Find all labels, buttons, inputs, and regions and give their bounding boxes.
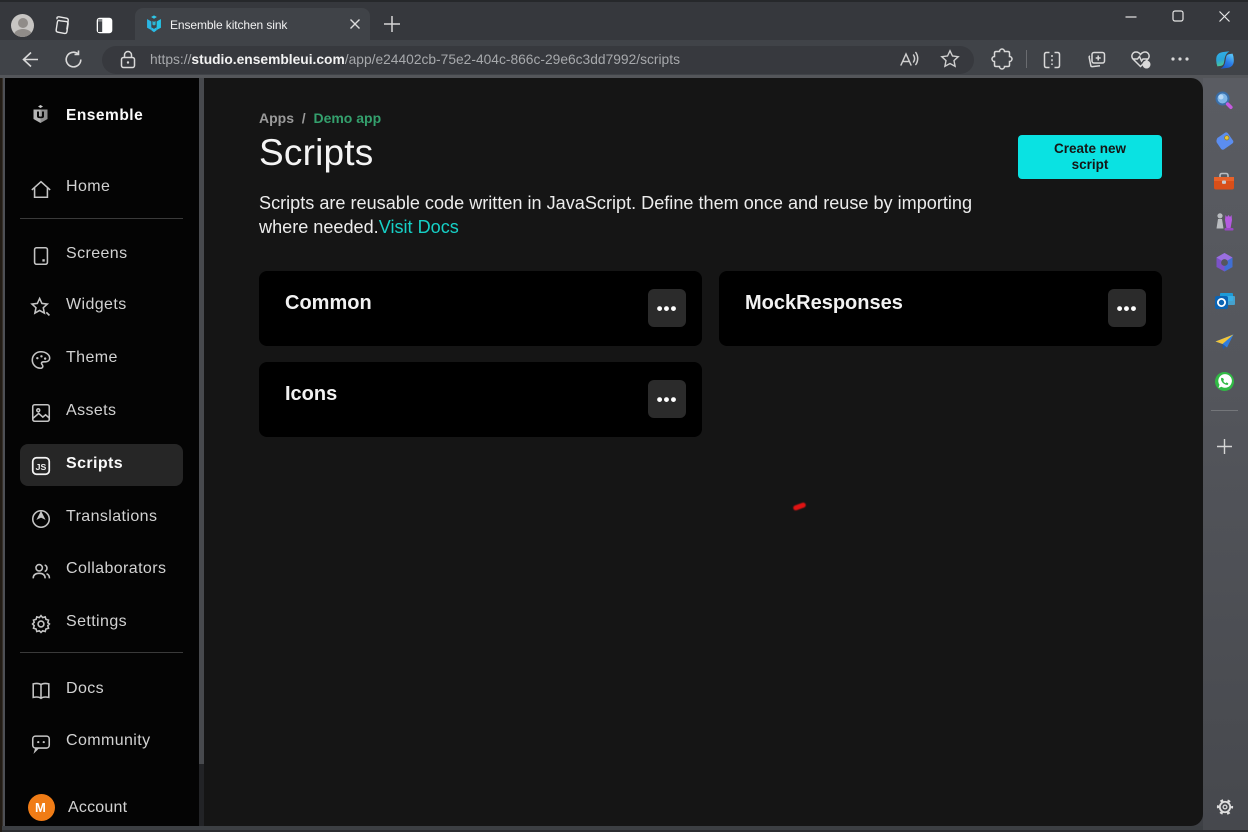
svg-text:JS: JS bbox=[36, 462, 47, 472]
svg-text:i: i bbox=[1146, 62, 1148, 69]
